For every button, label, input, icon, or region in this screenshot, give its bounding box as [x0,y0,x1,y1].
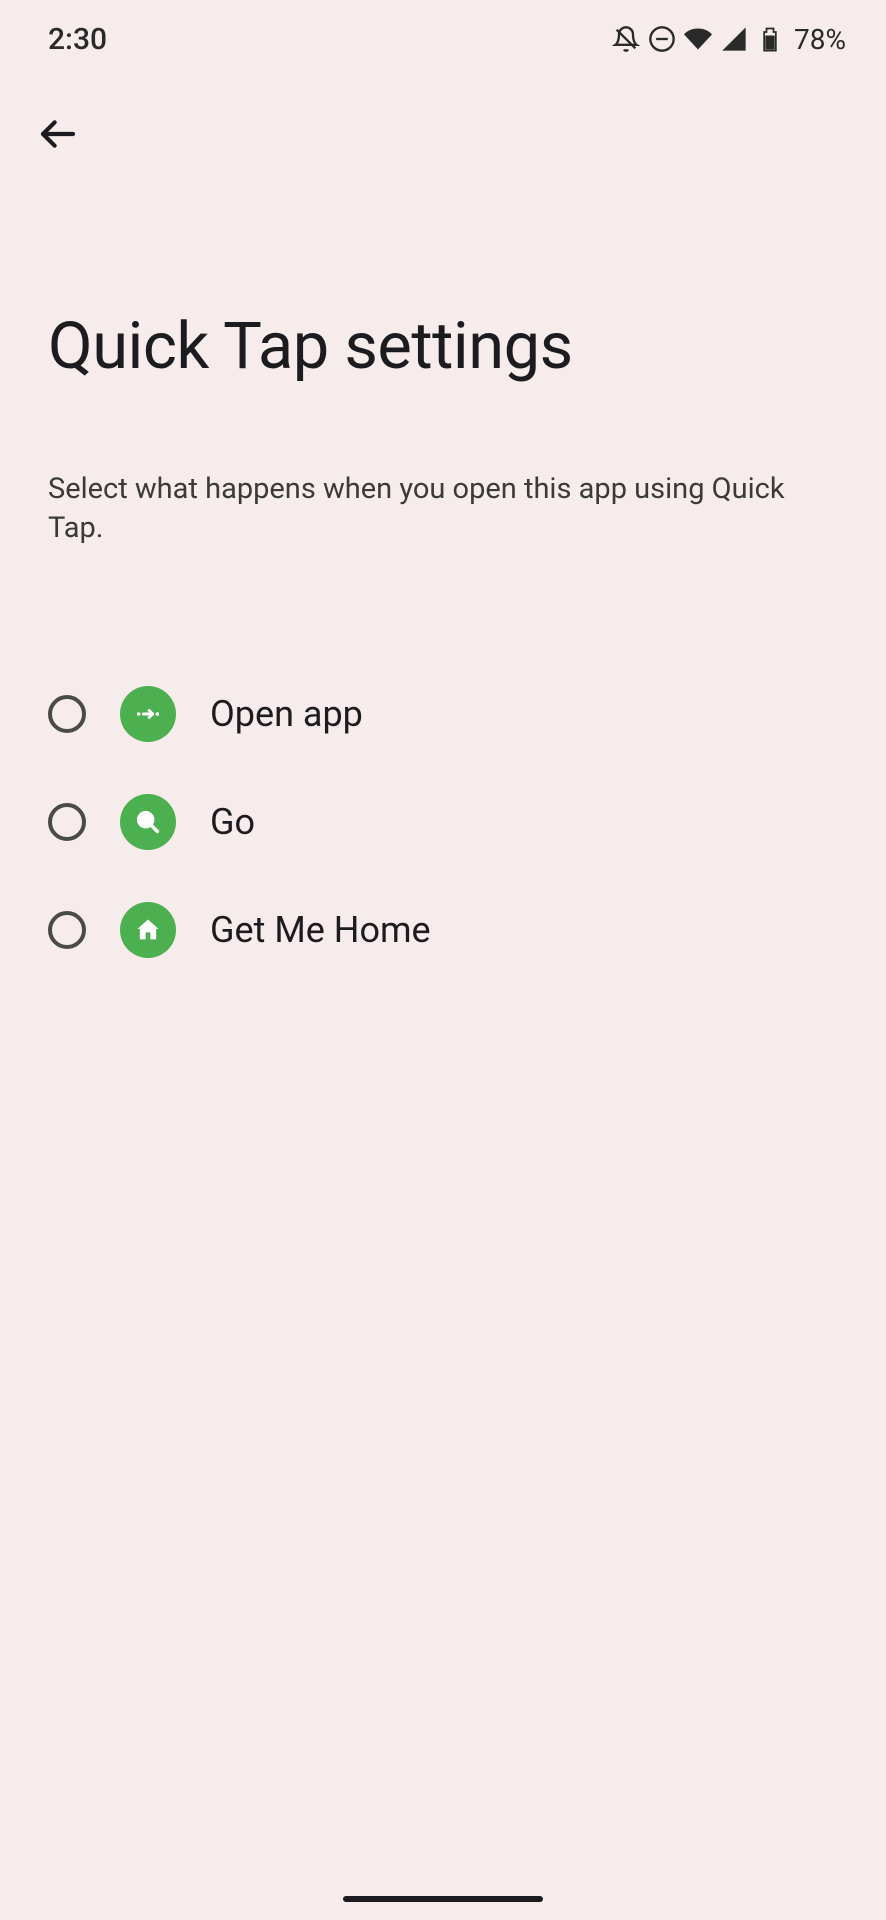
option-get-me-home[interactable]: Get Me Home [48,876,838,984]
radio-button[interactable] [48,911,86,949]
signal-icon [720,25,748,53]
battery-percentage: 78% [794,23,846,56]
radio-button[interactable] [48,695,86,733]
icon-circle [120,902,176,958]
back-button[interactable] [0,70,78,158]
back-arrow-icon [38,114,78,154]
radio-button[interactable] [48,803,86,841]
status-icons: 78% [612,23,846,56]
notification-off-icon [612,25,640,53]
page-subtitle: Select what happens when you open this a… [48,470,838,548]
status-bar: 2:30 78% [0,0,886,70]
option-open-app[interactable]: Open app [48,660,838,768]
page-title: Quick Tap settings [48,308,838,384]
icon-circle [120,686,176,742]
status-time: 2:30 [48,22,107,57]
option-go[interactable]: Go [48,768,838,876]
home-icon [134,916,162,944]
option-label: Get Me Home [210,909,431,951]
navigation-bar[interactable] [343,1896,543,1902]
battery-icon [756,25,784,53]
option-label: Go [210,801,255,843]
content-area: Quick Tap settings Select what happens w… [0,308,886,984]
options-list: Open app Go Get Me Home [48,660,838,984]
do-not-disturb-icon [648,25,676,53]
icon-circle [120,794,176,850]
option-label: Open app [210,693,363,735]
wifi-icon [684,25,712,53]
search-icon [134,808,162,836]
arrow-right-icon [134,700,162,728]
